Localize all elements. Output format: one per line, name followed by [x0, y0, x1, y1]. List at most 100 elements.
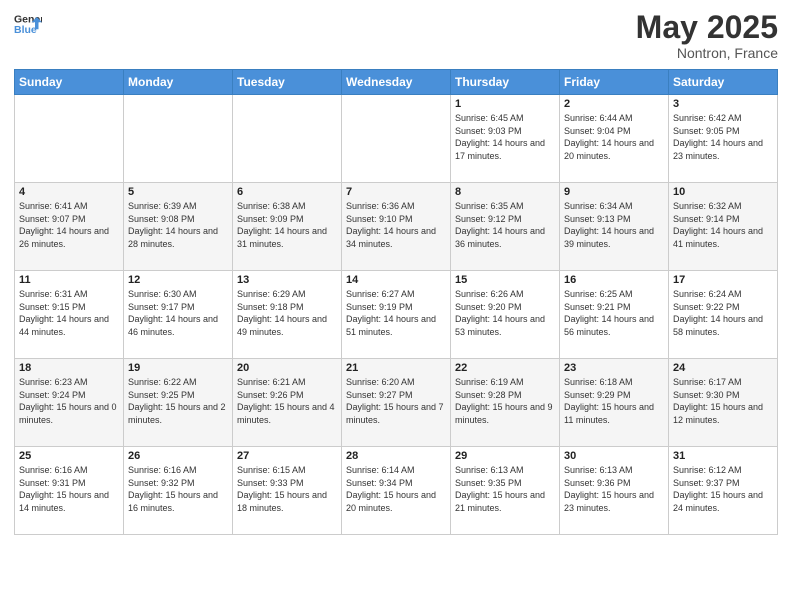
day-info: Sunrise: 6:27 AM Sunset: 9:19 PM Dayligh…: [346, 288, 446, 338]
calendar-cell: 25Sunrise: 6:16 AM Sunset: 9:31 PM Dayli…: [15, 447, 124, 535]
day-number: 29: [455, 450, 555, 462]
day-number: 20: [237, 362, 337, 374]
calendar-cell: 27 Sunrise: 6:15 AM Sunset: 9:33 PM Dayli…: [233, 447, 342, 535]
day-info: Sunrise: 6:21 AM Sunset: 9:26 PM Dayligh…: [237, 376, 337, 426]
calendar-cell: 18 Sunrise: 6:23 AM Sunset: 9:24 PM Dayli…: [15, 359, 124, 447]
day-info: Sunrise: 6:29 AM Sunset: 9:18 PM Dayligh…: [237, 288, 337, 338]
day-number: 30: [564, 450, 664, 462]
calendar-cell: 26Sunrise: 6:16 AM Sunset: 9:32 PM Dayli…: [124, 447, 233, 535]
calendar-cell: 4 Sunrise: 6:41 AM Sunset: 9:07 PM Daylig…: [15, 183, 124, 271]
calendar-cell: 16 Sunrise: 6:25 AM Sunset: 9:21 PM Dayli…: [560, 271, 669, 359]
day-number: 4: [19, 186, 119, 198]
weekday-header-friday: Friday: [560, 70, 669, 95]
calendar-cell: 3 Sunrise: 6:42 AM Sunset: 9:05 PM Daylig…: [669, 95, 778, 183]
day-number: 2: [564, 98, 664, 110]
week-row-4: 25Sunrise: 6:16 AM Sunset: 9:31 PM Dayli…: [15, 447, 778, 535]
svg-text:Blue: Blue: [14, 24, 37, 36]
day-info: Sunrise: 6:16 AM Sunset: 9:31 PM Dayligh…: [19, 464, 119, 514]
calendar-cell: [124, 95, 233, 183]
day-number: 6: [237, 186, 337, 198]
day-number: 22: [455, 362, 555, 374]
day-number: 10: [673, 186, 773, 198]
day-number: 28: [346, 450, 446, 462]
day-info: Sunrise: 6:26 AM Sunset: 9:20 PM Dayligh…: [455, 288, 555, 338]
weekday-header-saturday: Saturday: [669, 70, 778, 95]
day-info: Sunrise: 6:22 AM Sunset: 9:25 PM Dayligh…: [128, 376, 228, 426]
calendar-cell: 20 Sunrise: 6:21 AM Sunset: 9:26 PM Dayli…: [233, 359, 342, 447]
day-info: Sunrise: 6:34 AM Sunset: 9:13 PM Dayligh…: [564, 200, 664, 250]
day-info: Sunrise: 6:44 AM Sunset: 9:04 PM Dayligh…: [564, 112, 664, 162]
calendar-cell: 14 Sunrise: 6:27 AM Sunset: 9:19 PM Dayli…: [342, 271, 451, 359]
day-info: Sunrise: 6:17 AM Sunset: 9:30 PM Dayligh…: [673, 376, 773, 426]
calendar-cell: 11 Sunrise: 6:31 AM Sunset: 9:15 PM Dayli…: [15, 271, 124, 359]
page: General Blue May 2025 Nontron, France Su…: [0, 0, 792, 612]
calendar-cell: 7 Sunrise: 6:36 AM Sunset: 9:10 PM Daylig…: [342, 183, 451, 271]
day-info: Sunrise: 6:24 AM Sunset: 9:22 PM Dayligh…: [673, 288, 773, 338]
day-info: Sunrise: 6:35 AM Sunset: 9:12 PM Dayligh…: [455, 200, 555, 250]
calendar-cell: 10 Sunrise: 6:32 AM Sunset: 9:14 PM Dayli…: [669, 183, 778, 271]
calendar-cell: 2 Sunrise: 6:44 AM Sunset: 9:04 PM Daylig…: [560, 95, 669, 183]
day-info: Sunrise: 6:12 AM Sunset: 9:37 PM Dayligh…: [673, 464, 773, 514]
day-info: Sunrise: 6:38 AM Sunset: 9:09 PM Dayligh…: [237, 200, 337, 250]
day-number: 16: [564, 274, 664, 286]
day-number: 19: [128, 362, 228, 374]
day-info: Sunrise: 6:13 AM Sunset: 9:36 PM Dayligh…: [564, 464, 664, 514]
calendar-cell: [233, 95, 342, 183]
weekday-header-monday: Monday: [124, 70, 233, 95]
title-block: May 2025 Nontron, France: [636, 10, 778, 61]
day-info: Sunrise: 6:15 AM Sunset: 9:33 PM Dayligh…: [237, 464, 337, 514]
calendar-cell: 6 Sunrise: 6:38 AM Sunset: 9:09 PM Daylig…: [233, 183, 342, 271]
day-number: 14: [346, 274, 446, 286]
calendar-cell: 30 Sunrise: 6:13 AM Sunset: 9:36 PM Dayli…: [560, 447, 669, 535]
day-info: Sunrise: 6:25 AM Sunset: 9:21 PM Dayligh…: [564, 288, 664, 338]
day-info: Sunrise: 6:16 AM Sunset: 9:32 PM Dayligh…: [128, 464, 228, 514]
day-number: 7: [346, 186, 446, 198]
day-number: 5: [128, 186, 228, 198]
day-info: Sunrise: 6:30 AM Sunset: 9:17 PM Dayligh…: [128, 288, 228, 338]
day-number: 27: [237, 450, 337, 462]
calendar-cell: 8 Sunrise: 6:35 AM Sunset: 9:12 PM Daylig…: [451, 183, 560, 271]
logo: General Blue: [14, 10, 42, 38]
day-number: 9: [564, 186, 664, 198]
day-number: 1: [455, 98, 555, 110]
calendar-cell: 19 Sunrise: 6:22 AM Sunset: 9:25 PM Dayli…: [124, 359, 233, 447]
calendar-cell: 22 Sunrise: 6:19 AM Sunset: 9:28 PM Dayli…: [451, 359, 560, 447]
calendar-cell: 29Sunrise: 6:13 AM Sunset: 9:35 PM Dayli…: [451, 447, 560, 535]
day-number: 11: [19, 274, 119, 286]
day-info: Sunrise: 6:36 AM Sunset: 9:10 PM Dayligh…: [346, 200, 446, 250]
calendar-cell: 21 Sunrise: 6:20 AM Sunset: 9:27 PM Dayli…: [342, 359, 451, 447]
week-row-3: 18 Sunrise: 6:23 AM Sunset: 9:24 PM Dayli…: [15, 359, 778, 447]
day-info: Sunrise: 6:18 AM Sunset: 9:29 PM Dayligh…: [564, 376, 664, 426]
day-number: 17: [673, 274, 773, 286]
day-info: Sunrise: 6:31 AM Sunset: 9:15 PM Dayligh…: [19, 288, 119, 338]
week-row-1: 4 Sunrise: 6:41 AM Sunset: 9:07 PM Daylig…: [15, 183, 778, 271]
day-info: Sunrise: 6:41 AM Sunset: 9:07 PM Dayligh…: [19, 200, 119, 250]
calendar-cell: 23 Sunrise: 6:18 AM Sunset: 9:29 PM Dayli…: [560, 359, 669, 447]
day-number: 13: [237, 274, 337, 286]
day-info: Sunrise: 6:42 AM Sunset: 9:05 PM Dayligh…: [673, 112, 773, 162]
day-number: 12: [128, 274, 228, 286]
weekday-header-thursday: Thursday: [451, 70, 560, 95]
calendar-cell: [342, 95, 451, 183]
calendar-cell: [15, 95, 124, 183]
day-info: Sunrise: 6:32 AM Sunset: 9:14 PM Dayligh…: [673, 200, 773, 250]
day-number: 23: [564, 362, 664, 374]
header: General Blue May 2025 Nontron, France: [14, 10, 778, 61]
day-info: Sunrise: 6:45 AM Sunset: 9:03 PM Dayligh…: [455, 112, 555, 162]
calendar-cell: 31Sunrise: 6:12 AM Sunset: 9:37 PM Dayli…: [669, 447, 778, 535]
week-row-2: 11 Sunrise: 6:31 AM Sunset: 9:15 PM Dayli…: [15, 271, 778, 359]
day-info: Sunrise: 6:20 AM Sunset: 9:27 PM Dayligh…: [346, 376, 446, 426]
weekday-header-row: SundayMondayTuesdayWednesdayThursdayFrid…: [15, 70, 778, 95]
day-info: Sunrise: 6:23 AM Sunset: 9:24 PM Dayligh…: [19, 376, 119, 426]
logo-icon: General Blue: [14, 10, 42, 38]
day-number: 8: [455, 186, 555, 198]
day-number: 18: [19, 362, 119, 374]
week-row-0: 1 Sunrise: 6:45 AM Sunset: 9:03 PM Daylig…: [15, 95, 778, 183]
day-number: 3: [673, 98, 773, 110]
day-info: Sunrise: 6:14 AM Sunset: 9:34 PM Dayligh…: [346, 464, 446, 514]
calendar-cell: 1 Sunrise: 6:45 AM Sunset: 9:03 PM Daylig…: [451, 95, 560, 183]
day-number: 21: [346, 362, 446, 374]
day-info: Sunrise: 6:19 AM Sunset: 9:28 PM Dayligh…: [455, 376, 555, 426]
location: Nontron, France: [636, 45, 778, 61]
calendar-cell: 15Sunrise: 6:26 AM Sunset: 9:20 PM Dayli…: [451, 271, 560, 359]
